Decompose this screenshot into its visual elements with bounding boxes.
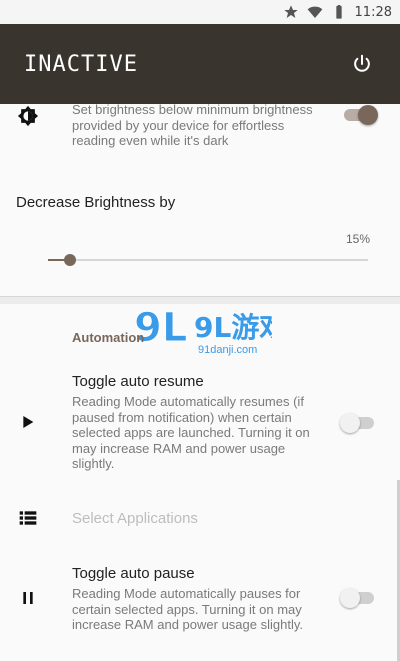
brightness-icon bbox=[16, 104, 40, 128]
auto-resume-switch[interactable] bbox=[340, 413, 374, 433]
auto-resume-row[interactable]: Toggle auto resume Reading Mode automati… bbox=[0, 372, 400, 480]
battery-icon bbox=[331, 4, 347, 20]
star-icon bbox=[283, 4, 299, 20]
decrease-brightness-value: 15% bbox=[345, 232, 370, 246]
brightness-option-switch[interactable] bbox=[344, 105, 378, 125]
auto-resume-description: Reading Mode automatically resumes (if p… bbox=[72, 394, 310, 471]
switch-knob bbox=[340, 588, 360, 608]
auto-resume-title: Toggle auto resume bbox=[72, 373, 204, 390]
auto-pause-title: Toggle auto pause bbox=[72, 565, 195, 582]
watermark-site: 91danji.com bbox=[198, 344, 257, 356]
auto-pause-description: Reading Mode automatically pauses for ce… bbox=[72, 586, 303, 632]
watermark-logo: 9L 9L游戏 91danji.com bbox=[132, 303, 288, 361]
svg-text:9L游戏: 9L游戏 bbox=[194, 311, 272, 344]
brightness-option-row[interactable]: Set brightness below minimum brightness … bbox=[0, 102, 400, 164]
power-icon bbox=[354, 54, 370, 72]
switch-knob bbox=[358, 105, 378, 125]
decrease-brightness-slider[interactable] bbox=[48, 254, 368, 266]
play-icon bbox=[16, 410, 40, 434]
switch-knob bbox=[340, 413, 360, 433]
decrease-brightness-label: Decrease Brightness by bbox=[16, 194, 176, 211]
status-time: 11:28 bbox=[354, 4, 392, 20]
power-button[interactable] bbox=[348, 50, 376, 78]
app-bar: INACTIVE bbox=[0, 24, 400, 104]
wifi-icon bbox=[307, 4, 323, 20]
page-title: INACTIVE bbox=[24, 51, 138, 77]
list-icon bbox=[16, 506, 40, 530]
slider-thumb[interactable] bbox=[64, 254, 77, 266]
decrease-brightness-section: Decrease Brightness by 15% bbox=[0, 190, 400, 280]
brightness-option-description: Set brightness below minimum brightness … bbox=[72, 102, 313, 148]
select-applications-title: Select Applications bbox=[72, 510, 198, 527]
automation-category-header: Automation bbox=[72, 330, 145, 345]
select-applications-row[interactable]: Select Applications bbox=[0, 500, 400, 540]
auto-pause-row[interactable]: Toggle auto pause Reading Mode automatic… bbox=[0, 564, 400, 654]
status-bar: 11:28 bbox=[0, 0, 400, 24]
auto-pause-switch[interactable] bbox=[340, 588, 374, 608]
pause-icon bbox=[16, 586, 40, 610]
